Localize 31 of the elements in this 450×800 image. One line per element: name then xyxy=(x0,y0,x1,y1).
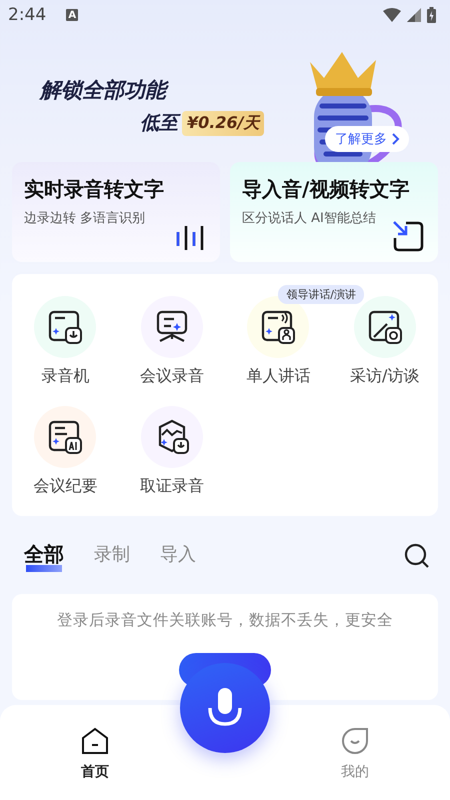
keyboard-icon: A xyxy=(66,9,78,21)
banner-title: 解锁全部功能 xyxy=(40,76,264,104)
search-icon[interactable] xyxy=(404,543,430,569)
tool-badge: 领导讲话/演讲 xyxy=(278,285,364,304)
tool-label: 会议录音 xyxy=(140,366,204,387)
feature-subtitle: 边录边转 多语言识别 xyxy=(24,210,146,227)
tool-label: 录音机 xyxy=(41,366,90,387)
signal-icon xyxy=(407,8,421,22)
tool-label: 单人讲话 xyxy=(246,366,310,387)
nav-tab[interactable]: 首页 xyxy=(60,705,130,800)
sound-bars-icon xyxy=(176,224,206,252)
home-icon xyxy=(81,727,109,755)
status-time: 2:44 xyxy=(8,5,46,25)
feature-card[interactable]: 导入音/视频转文字 区分说话人 AI智能总结 xyxy=(230,162,438,262)
login-message: 登录后录音文件关联账号，数据不丢失，更安全 xyxy=(57,610,393,631)
feature-subtitle: 区分说话人 AI智能总结 xyxy=(242,210,377,227)
nav-tab[interactable]: 我的 xyxy=(320,705,390,800)
import-icon xyxy=(392,220,424,252)
tool-label: 取证录音 xyxy=(140,476,204,497)
smiley-icon xyxy=(341,727,369,755)
feature-title: 导入音/视频转文字 xyxy=(242,176,410,203)
tool-label: 会议纪要 xyxy=(33,476,98,497)
tool-label: 采访/访谈 xyxy=(350,366,420,387)
feature-card[interactable]: 实时录音转文字 边录边转 多语言识别 xyxy=(12,162,220,262)
learn-more-button[interactable]: 了解更多 xyxy=(325,126,409,152)
battery-icon xyxy=(427,7,436,23)
chevron-right-icon xyxy=(391,133,401,145)
filter-tab[interactable]: 全部 xyxy=(24,540,64,572)
wifi-icon xyxy=(383,8,401,22)
price-tag: ¥0.26/天 xyxy=(182,110,264,136)
feature-title: 实时录音转文字 xyxy=(24,176,165,203)
